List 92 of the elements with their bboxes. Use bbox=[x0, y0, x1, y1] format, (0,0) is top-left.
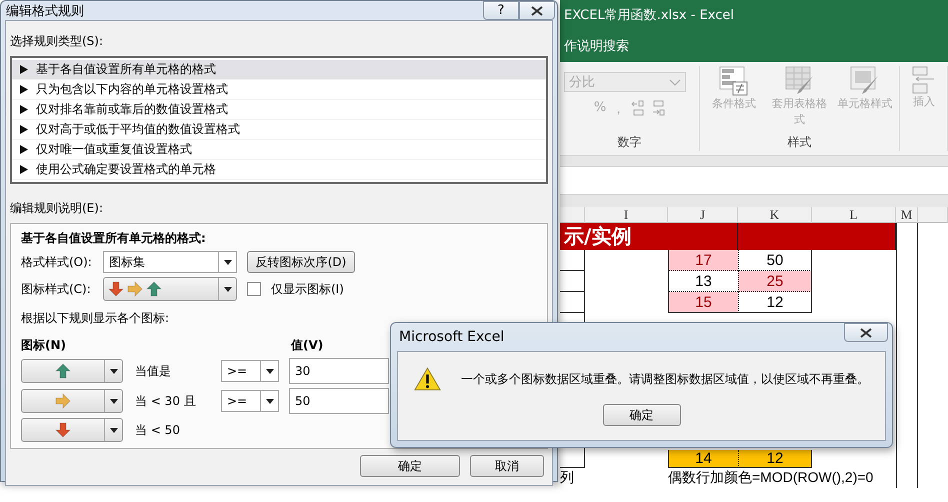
close-icon bbox=[860, 328, 872, 338]
sheet-cell bbox=[560, 271, 585, 292]
triangle-icon bbox=[20, 165, 28, 174]
rule-type-item[interactable]: 仅对高于或低于平均值的数值设置格式 bbox=[12, 120, 546, 140]
insert-cells-icon bbox=[911, 66, 937, 94]
caret-icon bbox=[224, 286, 232, 292]
caret-icon bbox=[110, 428, 118, 432]
cancel-button[interactable]: 取消 bbox=[470, 455, 544, 477]
triangle-icon bbox=[20, 125, 28, 134]
tell-me-search[interactable]: 作说明搜索 bbox=[564, 37, 629, 55]
caret-icon bbox=[110, 398, 118, 404]
ok-button[interactable]: 确定 bbox=[360, 455, 460, 477]
right-arrow-icon bbox=[127, 281, 143, 297]
value-input[interactable]: 50 bbox=[289, 388, 389, 414]
column-header[interactable]: M bbox=[896, 207, 918, 223]
close-icon bbox=[531, 6, 543, 16]
table-cell: 17 bbox=[668, 250, 738, 271]
operator-select[interactable]: >= bbox=[221, 390, 279, 412]
error-message: 一个或多个图标数据区域重叠。请调整图标数据区域值，以使区域不再重叠。 bbox=[461, 370, 869, 388]
help-button[interactable]: ? bbox=[483, 1, 519, 20]
column-header[interactable]: I bbox=[585, 207, 668, 223]
rule-condition: 当 < 30 且 bbox=[135, 394, 196, 408]
rule-type-item[interactable]: 仅对排名靠前或靠后的数值设置格式 bbox=[12, 100, 546, 120]
operator-select[interactable]: >= bbox=[221, 360, 279, 382]
table-cell: 50 bbox=[738, 250, 812, 271]
triangle-icon bbox=[20, 65, 28, 74]
sheet-cell bbox=[896, 250, 918, 271]
sheet-cell bbox=[896, 292, 918, 313]
banner-title: 示/实例 bbox=[562, 223, 632, 250]
reverse-icons-button[interactable]: 反转图标次序(D) bbox=[247, 251, 355, 273]
column-label: 值(V) bbox=[291, 337, 324, 354]
column-header[interactable]: J bbox=[668, 207, 738, 223]
chevron-icon bbox=[669, 78, 681, 86]
rules-label: 根据以下规则显示各个图标: bbox=[21, 310, 170, 327]
table-cell: 12 bbox=[738, 450, 812, 468]
sheet-cell bbox=[560, 250, 585, 271]
decrease-decimal-icon[interactable] bbox=[651, 100, 666, 116]
triangle-icon bbox=[20, 85, 28, 94]
close-button[interactable] bbox=[519, 1, 555, 20]
down-arrow-icon bbox=[108, 281, 124, 297]
group-label: 样式 bbox=[788, 134, 812, 151]
column-label: 图标(N) bbox=[21, 338, 66, 352]
caret-icon bbox=[266, 398, 274, 404]
warning-icon bbox=[414, 366, 441, 392]
ok-button[interactable]: 确定 bbox=[602, 404, 680, 426]
rule-heading: 基于各自值设置所有单元格的格式: bbox=[21, 230, 207, 247]
table-cell: 25 bbox=[738, 271, 812, 292]
rule-type-item[interactable]: 仅对唯一值或重复值设置格式 bbox=[12, 140, 546, 160]
rule-condition: 当值是 bbox=[135, 364, 171, 378]
value-input[interactable]: 30 bbox=[289, 358, 389, 384]
column-header[interactable] bbox=[560, 207, 585, 223]
rule-condition: 当 < 50 bbox=[135, 422, 180, 436]
triangle-icon bbox=[20, 105, 28, 114]
rule-type-item[interactable]: 只为包含以下内容的单元格设置格式 bbox=[12, 80, 546, 100]
format-style-select[interactable]: 图标集 bbox=[103, 251, 237, 273]
section-label: 编辑规则说明(E): bbox=[10, 200, 104, 217]
conditional-format-icon bbox=[718, 66, 749, 96]
window-title: EXCEL常用函数.xlsx - Excel bbox=[564, 7, 734, 24]
table-brush-icon bbox=[784, 66, 814, 96]
sheet-cell bbox=[896, 468, 918, 488]
cell-text: 列 bbox=[560, 469, 574, 487]
caret-icon bbox=[266, 368, 274, 374]
table-cell: 15 bbox=[668, 292, 738, 313]
column-header[interactable]: L bbox=[812, 207, 896, 223]
cell-text: 偶数行加颜色=MOD(ROW(),2)=0 bbox=[668, 469, 874, 487]
table-cell: 12 bbox=[738, 292, 812, 313]
up-arrow-icon bbox=[146, 281, 162, 297]
show-icon-only-checkbox[interactable] bbox=[247, 282, 261, 296]
table-cell: 13 bbox=[668, 271, 738, 292]
field-label: 格式样式(O): bbox=[21, 254, 92, 268]
section-label: 选择规则类型(S): bbox=[10, 33, 104, 50]
caret-icon bbox=[224, 260, 232, 264]
increase-decimal-icon[interactable] bbox=[631, 100, 646, 116]
sheet-cell bbox=[896, 450, 918, 468]
triangle-icon bbox=[20, 145, 28, 154]
table-cell: 14 bbox=[668, 450, 738, 468]
rule-type-item[interactable]: 基于各自值设置所有单元格的格式 bbox=[12, 60, 546, 80]
icon-select[interactable] bbox=[21, 418, 123, 442]
sheet-cell bbox=[896, 271, 918, 292]
icon-style-select[interactable] bbox=[103, 277, 237, 301]
icon-select[interactable] bbox=[21, 359, 123, 383]
rule-type-item[interactable]: 使用公式确定要设置格式的单元格 bbox=[12, 160, 546, 180]
field-label: 图标样式(C): bbox=[21, 282, 91, 296]
dialog-title: 编辑格式规则 bbox=[6, 2, 84, 20]
caret-icon bbox=[110, 368, 118, 374]
dialog-title: Microsoft Excel bbox=[399, 329, 504, 345]
close-button[interactable] bbox=[844, 323, 888, 342]
sheet-cell bbox=[896, 223, 918, 250]
icon-select[interactable] bbox=[21, 389, 123, 413]
checkbox-label: 仅显示图标(I) bbox=[271, 280, 344, 298]
column-header[interactable]: K bbox=[738, 207, 812, 223]
group-label: 数字 bbox=[618, 134, 642, 151]
